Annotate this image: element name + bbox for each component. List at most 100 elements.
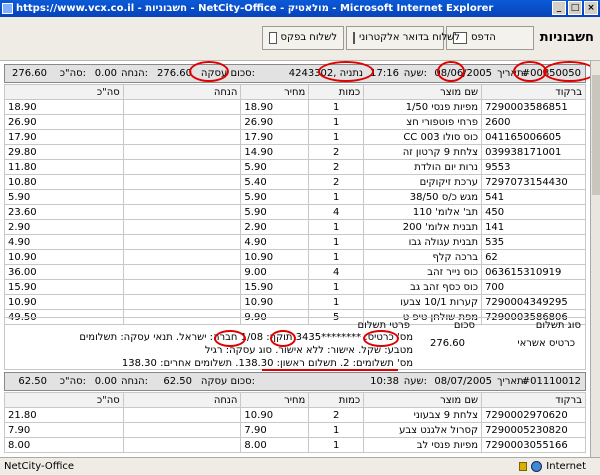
invoice-id: #01110012 [521,376,581,387]
column-header: כמות [308,392,365,408]
table-cell: 7297073154430 [481,174,586,190]
discount-label: הנחה: [121,68,148,79]
table-row: 7290004349295 קערות 10/1 צבעו 1 10.90 10.90 [4,294,586,310]
table-cell: כוס נייר זהב [363,264,483,280]
column-header: מחיר [240,392,310,408]
annotation-underline [262,369,398,371]
invoice-discount: 0.00 [94,68,117,79]
table-cell: 5.90 [4,189,124,205]
table-cell [122,129,242,145]
table-cell: 535 [481,234,586,250]
table-cell: 8.00 [4,437,124,453]
table-cell: 18.90 [4,99,124,115]
table-cell: תבנית עגולה גבו [363,234,483,250]
table-row: 541 מגש כ/ס 38/50 1 5.90 5.90 [4,189,586,205]
table-cell: 23.60 [4,204,124,220]
table-cell: כוס כסף זהב גב [363,279,483,295]
table-cell: 4 [308,204,365,220]
minimize-button[interactable]: _ [552,1,566,15]
table-cell: 4 [308,264,365,280]
table-row: 2600 פרחי פוטפורי חצ 1 26.90 26.90 [4,114,586,130]
annotation-circle [363,330,399,347]
table-cell [122,189,242,205]
table-cell: 9.00 [240,264,310,280]
table-cell: 2 [308,159,365,175]
table-row: 041165006605 כוס סולו 003 CC 1 17.90 17.90 [4,129,586,145]
table-cell: 1 [308,279,365,295]
table-cell [122,159,242,175]
email-button[interactable]: לשלוח בדואר אלקטרוני [346,26,460,50]
email-icon [353,32,355,44]
table-cell: 7.90 [4,422,124,438]
table-cell: 7.90 [240,422,310,438]
table-cell [122,204,242,220]
table-cell: קערות 10/1 צבעו [363,294,483,310]
invoice-grand: 62.50 [18,376,47,387]
table-cell: 4.90 [240,234,310,250]
grand-label: סה"כ: [59,376,86,387]
table-row: 7290005230820 קסרול אלגנט צבע 1 7.90 7.90 [4,422,586,438]
table-cell: 2 [308,174,365,190]
invoices-content[interactable]: #00850050 תאריך: 08/06/2005 שעה: 17:16 4… [0,61,590,457]
table-cell: 4.90 [4,234,124,250]
table-cell: 26.90 [4,114,124,130]
table-cell: 2.90 [4,219,124,235]
table-cell: תבנית אלומ' 200 [363,219,483,235]
fax-button[interactable]: לשלוח בפקס [262,26,344,50]
table-cell [122,249,242,265]
column-header: ברקוד [481,84,586,100]
total-label: סכום עסקה: [200,376,255,387]
fax-label: לשלוח בפקס [280,32,338,43]
date-label: תאריך: [497,376,527,387]
table-cell: 541 [481,189,586,205]
invoice-header: #01110012 תאריך: 08/07/2005 שעה: 10:38 ס… [4,372,586,391]
vertical-scrollbar[interactable] [590,61,600,457]
invoice-header: #00850050 תאריך: 08/06/2005 שעה: 17:16 4… [4,64,586,83]
grand-label: סה"כ: [59,68,86,79]
table-row: 9553 נרות יום הולדת 2 5.90 11.80 [4,159,586,175]
ie-icon [2,3,13,14]
column-header: שם מוצר [363,392,483,408]
table-cell [122,294,242,310]
close-button[interactable]: × [584,1,598,15]
table-cell: 041165006605 [481,129,586,145]
window-titlebar: https://www.vcx.co.il - חשבוניות - NetCi… [0,0,600,17]
table-cell [122,234,242,250]
table-cell: ברכה קלף [363,249,483,265]
table-cell: 1 [308,234,365,250]
email-label: לשלוח בדואר אלקטרוני [359,32,460,43]
payment-amount: 276.60 [430,338,465,349]
table-cell: 17.90 [4,129,124,145]
column-header: מחיר [240,84,310,100]
invoice-total: 62.50 [163,376,192,387]
table-cell: תב' אלומ' 110 [363,204,483,220]
status-bar: NetCity-Office Internet [0,457,600,475]
table-cell: 26.90 [240,114,310,130]
table-cell: 7290004349295 [481,294,586,310]
column-header: הנחה [122,84,242,100]
table-cell: מגש כ/ס 38/50 [363,189,483,205]
table-cell: 039938171001 [481,144,586,160]
table-cell: 700 [481,279,586,295]
scrollbar-thumb[interactable] [592,75,600,195]
table-cell: 1 [308,114,365,130]
annotation-circle [437,61,465,82]
payment-details-line3: מס' תשלומים: 2. תשלום ראשון: 138.30. תשל… [121,358,413,369]
table-cell [122,144,242,160]
table-cell [122,279,242,295]
table-cell: 5.90 [240,204,310,220]
table-cell: ערכת זיקוקים [363,174,483,190]
table-header-row: ברקוד שם מוצר כמות מחיר הנחה סה"כ [4,392,586,408]
column-header: כמות [308,84,365,100]
column-header: שם מוצר [363,84,483,100]
table-cell: 10.90 [240,294,310,310]
table-cell: 10.80 [4,174,124,190]
table-cell [122,99,242,115]
table-row: 7297073154430 ערכת זיקוקים 2 5.40 10.80 [4,174,586,190]
table-row: 700 כוס כסף זהב גב 1 15.90 15.90 [4,279,586,295]
table-cell: 141 [481,219,586,235]
time-label: שעה: [403,376,427,387]
table-row: 7290002970620 צלחת 9 צבעוני 2 10.90 21.80 [4,407,586,423]
table-cell: פרחי פוטפורי חצ [363,114,483,130]
maximize-button[interactable]: □ [568,1,582,15]
